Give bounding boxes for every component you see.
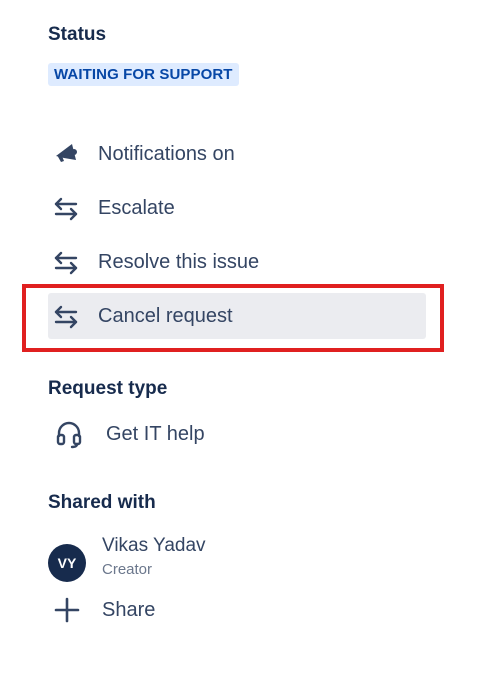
share-button[interactable]: Share bbox=[48, 590, 155, 630]
user-name: Vikas Yadav bbox=[102, 534, 206, 556]
request-type-link[interactable]: Get IT help bbox=[48, 412, 205, 456]
status-title: Status bbox=[48, 24, 107, 45]
status-badge: WAITING FOR SUPPORT bbox=[48, 63, 239, 86]
resolve-issue-button[interactable]: Resolve this issue bbox=[48, 239, 426, 285]
notifications-button[interactable]: Notifications on bbox=[48, 131, 426, 177]
user-role: Creator bbox=[102, 560, 153, 578]
share-label: Share bbox=[102, 598, 156, 621]
cancel-request-button[interactable]: Cancel request bbox=[48, 293, 426, 339]
escalate-label: Escalate bbox=[98, 196, 175, 219]
cancel-request-label: Cancel request bbox=[98, 304, 233, 327]
request-type-label: Get IT help bbox=[106, 422, 205, 445]
transition-arrows-icon bbox=[51, 193, 81, 223]
resolve-issue-label: Resolve this issue bbox=[98, 250, 260, 273]
shared-user[interactable]: VY Vikas Yadav Creator bbox=[48, 530, 206, 582]
transition-arrows-icon bbox=[51, 301, 81, 331]
megaphone-icon bbox=[51, 139, 81, 169]
notifications-label: Notifications on bbox=[98, 142, 235, 165]
avatar: VY bbox=[48, 544, 86, 582]
transition-arrows-icon bbox=[51, 247, 81, 277]
plus-icon bbox=[52, 595, 82, 625]
escalate-button[interactable]: Escalate bbox=[48, 185, 426, 231]
shared-with-title: Shared with bbox=[48, 492, 156, 513]
headset-icon bbox=[52, 417, 86, 451]
request-type-title: Request type bbox=[48, 378, 168, 399]
